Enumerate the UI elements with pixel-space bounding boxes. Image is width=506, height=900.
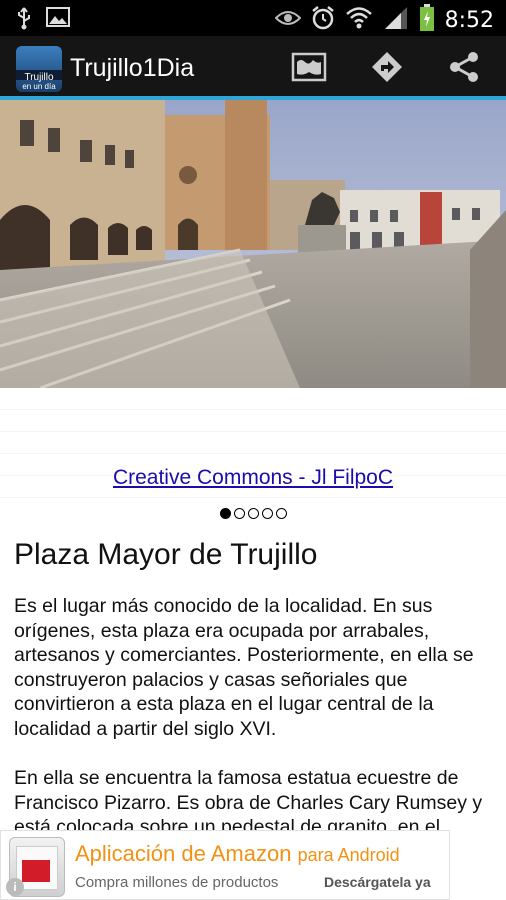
photo-pager bbox=[0, 508, 506, 519]
usb-icon bbox=[16, 6, 32, 35]
ad-title-small: para Android bbox=[297, 845, 400, 865]
ad-banner[interactable]: Aplicación de Amazon para Android Compra… bbox=[0, 830, 450, 900]
directions-button[interactable] bbox=[367, 50, 407, 88]
description-paragraph-1: Es el lugar más conocido de la localidad… bbox=[14, 595, 474, 740]
ad-cta[interactable]: Descárgatela ya bbox=[324, 874, 431, 890]
battery-charging-icon bbox=[419, 4, 435, 37]
eye-icon bbox=[274, 8, 302, 33]
share-icon bbox=[447, 50, 481, 89]
ad-subtitle: Compra millones de productos bbox=[75, 874, 279, 891]
image-icon bbox=[46, 6, 70, 35]
ad-title: Aplicación de Amazon para Android bbox=[75, 841, 400, 867]
app-title: Trujillo1Dia bbox=[70, 54, 195, 82]
share-button[interactable] bbox=[444, 50, 484, 88]
pager-dot-3[interactable] bbox=[247, 508, 259, 519]
pager-dot-1[interactable] bbox=[219, 508, 231, 519]
alarm-clock-icon bbox=[311, 5, 335, 36]
photo-credit-link[interactable]: Creative Commons - Jl FilpoC bbox=[0, 466, 506, 490]
pager-dot-2[interactable] bbox=[233, 508, 245, 519]
signal-icon bbox=[383, 5, 409, 36]
pager-dot-5[interactable] bbox=[275, 508, 287, 519]
map-icon bbox=[291, 52, 327, 87]
directions-icon bbox=[370, 50, 404, 89]
map-button[interactable] bbox=[289, 50, 329, 88]
app-logo[interactable]: Trujillo en un día bbox=[16, 46, 62, 92]
logo-line2: en un día bbox=[22, 82, 56, 91]
pager-dot-4[interactable] bbox=[261, 508, 273, 519]
status-bar: 8:52 bbox=[0, 0, 506, 36]
ad-title-main: Aplicación de Amazon bbox=[75, 841, 292, 866]
wifi-icon bbox=[345, 5, 373, 36]
plaza-photo[interactable] bbox=[0, 100, 506, 388]
info-icon[interactable]: i bbox=[6, 878, 24, 896]
clock-time: 8:52 bbox=[444, 8, 494, 33]
action-bar: Trujillo en un día Trujillo1Dia bbox=[0, 36, 506, 100]
place-title: Plaza Mayor de Trujillo bbox=[14, 538, 318, 571]
